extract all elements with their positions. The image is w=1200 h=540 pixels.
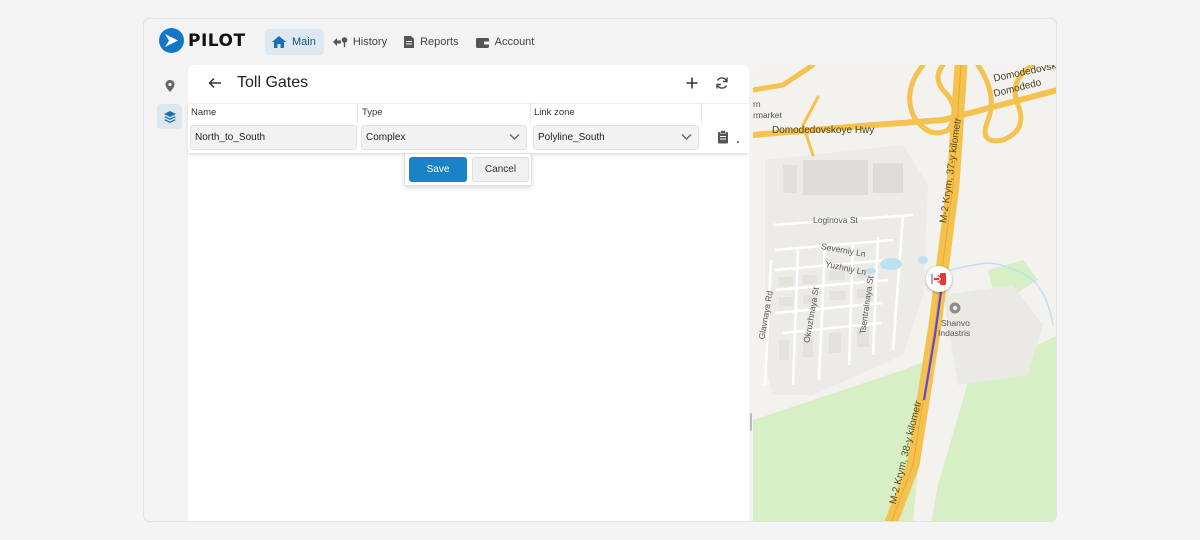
cancel-button[interactable]: Cancel bbox=[472, 157, 529, 182]
map-label: Loginova St bbox=[813, 215, 858, 225]
document-icon bbox=[404, 36, 415, 48]
nav-item-history[interactable]: History bbox=[326, 29, 395, 55]
save-button[interactable]: Save bbox=[409, 157, 467, 182]
logo[interactable]: PILOT bbox=[159, 28, 246, 53]
home-icon bbox=[272, 36, 286, 48]
link-zone-select-value: Polyline_South bbox=[538, 132, 605, 143]
clipboard-icon[interactable] bbox=[717, 130, 729, 144]
column-header-link-zone: Link zone bbox=[531, 103, 702, 123]
sidebar-item-objects[interactable] bbox=[157, 73, 182, 98]
wallet-icon bbox=[475, 37, 489, 48]
back-arrow-icon[interactable] bbox=[207, 75, 223, 91]
map-road-label: Domodedovskoye Hwy bbox=[772, 125, 875, 136]
nav-item-label: Reports bbox=[420, 36, 459, 48]
type-select[interactable]: Complex bbox=[361, 125, 527, 150]
history-icon bbox=[332, 37, 348, 48]
logo-text: PILOT bbox=[188, 30, 246, 51]
location-pin-icon bbox=[165, 79, 174, 92]
map-label: Indastris bbox=[938, 328, 971, 338]
column-header-name: Name bbox=[188, 103, 358, 123]
nav-item-label: History bbox=[352, 36, 388, 48]
panel-header: Toll Gates bbox=[188, 65, 749, 103]
map-label: Shanvo bbox=[941, 318, 970, 328]
app-window: PILOT Main History Reports Account Toll … bbox=[143, 18, 1057, 522]
page-title: Toll Gates bbox=[237, 74, 309, 91]
map-view[interactable]: rn rmarket Domodedovskoye Hwy Domodedovs… bbox=[753, 65, 1056, 521]
add-icon[interactable] bbox=[684, 75, 700, 91]
toll-gates-panel: Toll Gates Name Type Link zone North_to_… bbox=[188, 65, 749, 521]
type-select-value: Complex bbox=[366, 132, 406, 143]
top-bar: PILOT Main History Reports Account bbox=[144, 19, 1056, 65]
layers-icon bbox=[163, 110, 176, 123]
poi-marker-icon[interactable] bbox=[949, 302, 961, 314]
nav-item-label: Main bbox=[292, 36, 316, 48]
map-label: rn bbox=[753, 99, 761, 109]
refresh-icon[interactable] bbox=[714, 75, 730, 91]
sidebar-item-layers[interactable] bbox=[157, 104, 182, 129]
nav-item-account[interactable]: Account bbox=[469, 29, 543, 55]
column-header-type: Type bbox=[359, 103, 531, 123]
column-header-actions bbox=[702, 103, 749, 123]
splitter-grip[interactable] bbox=[750, 413, 752, 431]
main-nav: Main History Reports Account bbox=[265, 29, 544, 55]
nav-item-reports[interactable]: Reports bbox=[397, 29, 467, 55]
link-zone-select[interactable]: Polyline_South bbox=[533, 125, 699, 150]
chevron-down-icon bbox=[509, 134, 520, 140]
map-label: rmarket bbox=[753, 110, 782, 120]
toll-gate-marker[interactable] bbox=[926, 266, 952, 292]
edit-popup: Save Cancel bbox=[404, 153, 532, 186]
toll-gate-table: Name Type Link zone North_to_South Compl… bbox=[188, 103, 749, 153]
nav-item-label: Account bbox=[494, 36, 535, 48]
chevron-down-icon bbox=[681, 134, 692, 140]
toll-gate-icon bbox=[931, 273, 946, 285]
logo-mark-icon bbox=[159, 28, 184, 53]
nav-item-main[interactable]: Main bbox=[265, 29, 324, 55]
name-input[interactable]: North_to_South bbox=[190, 125, 357, 150]
more-indicator bbox=[737, 141, 739, 143]
